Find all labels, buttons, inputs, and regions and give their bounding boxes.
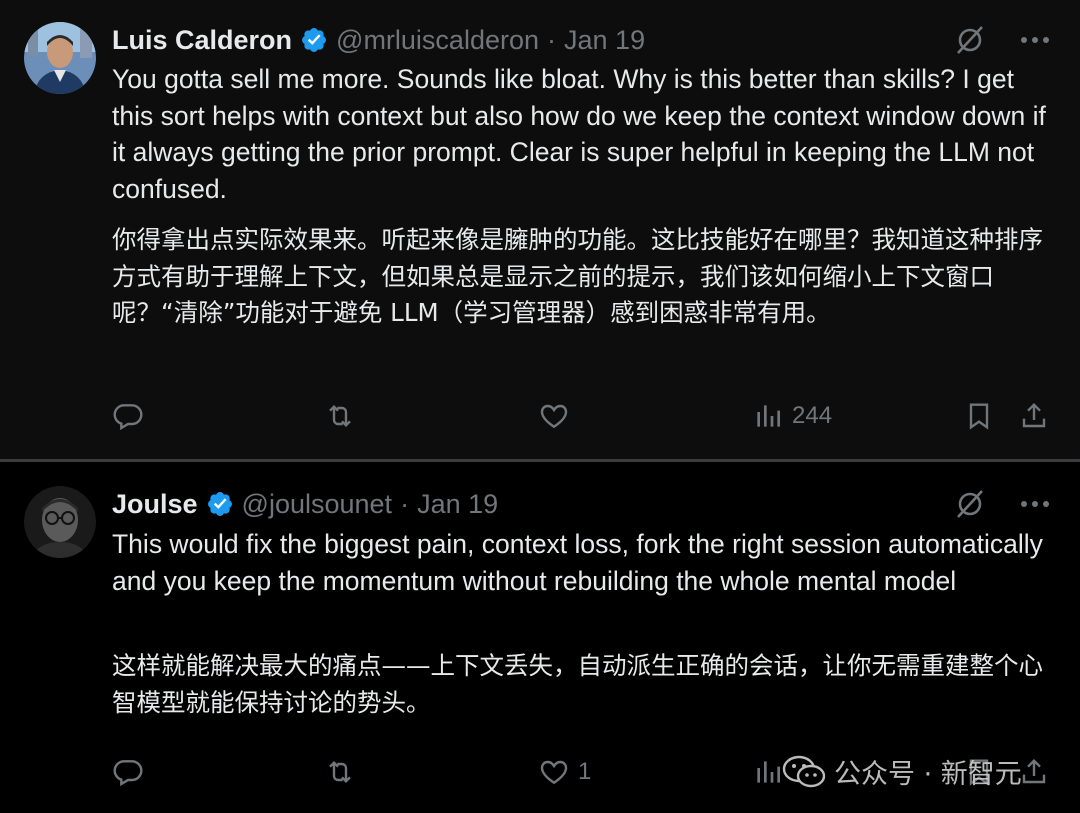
author-handle[interactable]: @joulsounet <box>242 489 393 520</box>
repost-button[interactable] <box>324 756 356 788</box>
like-button[interactable] <box>538 400 578 432</box>
bookmark-icon <box>969 403 989 430</box>
separator: · <box>400 488 410 519</box>
verified-badge-icon <box>302 28 326 52</box>
verified-badge-icon <box>207 492 232 516</box>
grok-icon[interactable] <box>954 24 986 56</box>
author-name[interactable]: Luis Calderon <box>112 25 292 56</box>
tweet-actions: 244 <box>112 400 1052 440</box>
reply-icon <box>113 760 143 787</box>
tweet-1[interactable]: Luis Calderon @mrluiscalderon · Jan 19 Y… <box>0 0 1080 460</box>
tweet-top-icons <box>954 22 1050 58</box>
avatar-luis[interactable] <box>24 22 96 94</box>
reply-button[interactable] <box>112 400 144 432</box>
tweet-text-zh: 这样就能解决最大的痛点——上下文丢失，自动派生正确的会话，让你无需重建整个心智模… <box>112 651 1043 717</box>
more-icon[interactable] <box>1020 500 1050 508</box>
author-handle[interactable]: @mrluiscalderon <box>336 25 539 56</box>
share-button[interactable] <box>1018 756 1050 788</box>
avatar-joulse[interactable] <box>24 486 96 558</box>
more-icon[interactable] <box>1020 36 1050 44</box>
tweet-text-en: You gotta sell me more. Sounds like bloa… <box>112 64 1046 204</box>
share-icon <box>1022 402 1046 428</box>
tweet-header: Joulse @joulsounet · Jan 19 <box>112 486 498 522</box>
grok-icon[interactable] <box>954 488 986 520</box>
watermark: 公众号 · 新智元 <box>782 752 1022 791</box>
tweet-text-zh: 你得拿出点实际效果来。听起来像是臃肿的功能。这比技能好在哪里？我知道这种排序方式… <box>112 225 1043 327</box>
repost-icon <box>329 404 351 428</box>
reply-button[interactable] <box>112 756 144 788</box>
bookmark-button[interactable] <box>963 400 995 432</box>
separator: · <box>547 24 557 55</box>
heart-icon <box>540 404 568 429</box>
author-name[interactable]: Joulse <box>112 489 198 520</box>
tweet-date[interactable]: Jan 19 <box>417 489 498 520</box>
watermark-text: 公众号 · 新智元 <box>834 759 1022 790</box>
tweet-date[interactable]: Jan 19 <box>564 25 645 56</box>
tweet-text-en: This would fix the biggest pain, context… <box>112 529 1043 596</box>
like-button[interactable]: 1 <box>538 756 591 788</box>
like-count: 1 <box>578 758 592 785</box>
views-count: 244 <box>792 402 833 429</box>
wechat-icon <box>782 755 826 787</box>
tweet-header: Luis Calderon @mrluiscalderon · Jan 19 <box>112 22 645 58</box>
views-button[interactable]: 244 <box>752 400 832 432</box>
repost-button[interactable] <box>324 400 356 432</box>
views-icon <box>757 405 780 427</box>
repost-icon <box>329 760 351 784</box>
heart-icon <box>540 760 568 785</box>
share-icon <box>1022 758 1046 784</box>
views-icon <box>757 761 780 783</box>
share-button[interactable] <box>1018 400 1050 432</box>
reply-icon <box>113 404 143 431</box>
tweet-top-icons <box>954 486 1050 522</box>
